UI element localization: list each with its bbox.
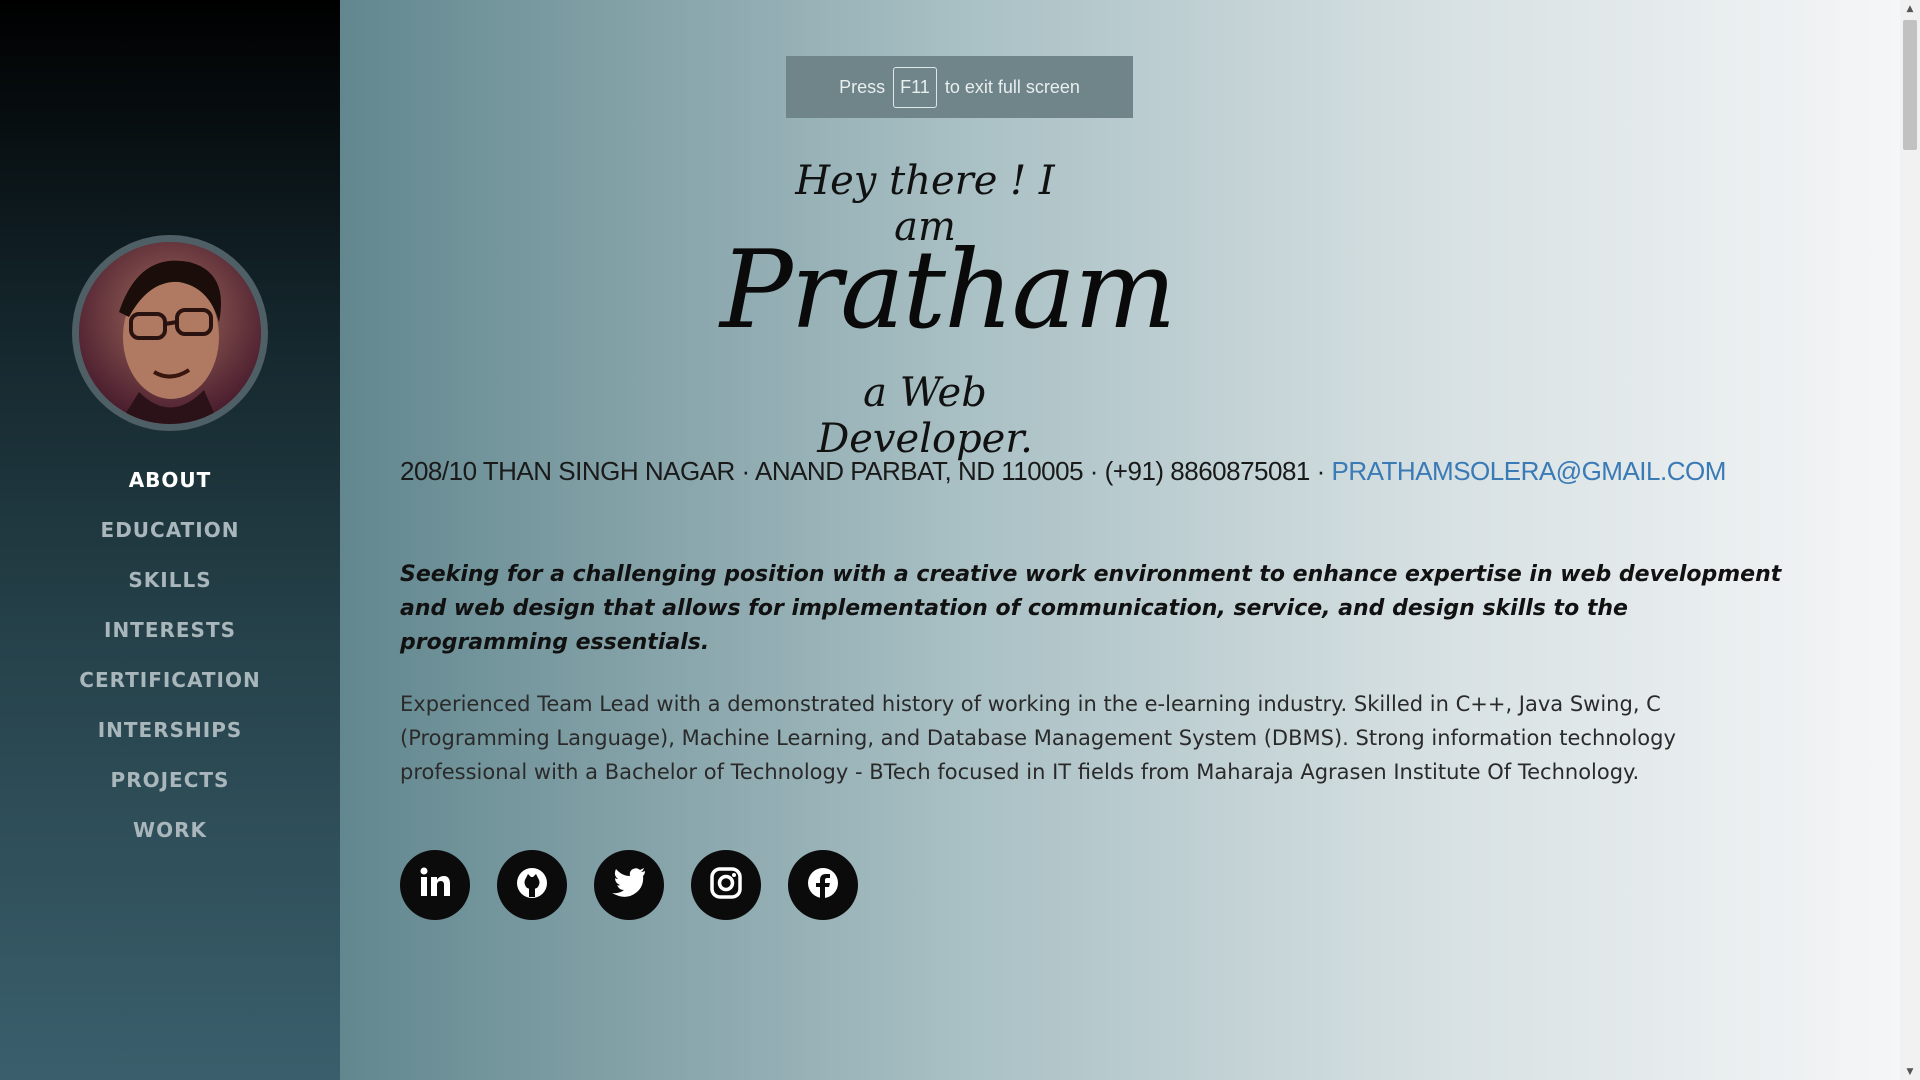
scroll-thumb[interactable] [1903, 20, 1917, 150]
twitter-icon [611, 867, 647, 903]
profile-photo [79, 242, 261, 424]
facebook-icon [806, 866, 840, 904]
email-link[interactable]: PRATHAMSOLERA@GMAIL.COM [1332, 456, 1727, 486]
nav-item-skills[interactable]: SKILLS [0, 555, 340, 605]
instagram-button[interactable] [691, 850, 761, 920]
nav-item-projects[interactable]: PROJECTS [0, 755, 340, 805]
instagram-icon [710, 867, 742, 903]
scroll-up-arrow-icon[interactable]: ▲ [1900, 0, 1920, 17]
objective-text: Seeking for a challenging position with … [400, 562, 1782, 655]
vertical-scrollbar[interactable]: ▲ ▼ [1900, 0, 1920, 1080]
fullscreen-notice: Press F11 to exit full screen [786, 56, 1133, 118]
linkedin-button[interactable] [400, 850, 470, 920]
nav-item-certification[interactable]: CERTIFICATION [0, 655, 340, 705]
sidebar-nav: ABOUT EDUCATION SKILLS INTERESTS CERTIFI… [0, 455, 340, 855]
sidebar: ABOUT EDUCATION SKILLS INTERESTS CERTIFI… [0, 0, 340, 1080]
nav-item-interships[interactable]: INTERSHIPS [0, 705, 340, 755]
nav-item-work[interactable]: WORK [0, 805, 340, 855]
github-button[interactable] [497, 850, 567, 920]
social-links [400, 850, 858, 920]
fullscreen-notice-suffix: to exit full screen [944, 76, 1080, 97]
contact-address: 208/10 THAN SINGH NAGAR · ANAND PARBAT, … [400, 456, 1325, 486]
twitter-button[interactable] [594, 850, 664, 920]
summary-text: Experienced Team Lead with a demonstrate… [400, 692, 1676, 784]
contact-line: 208/10 THAN SINGH NAGAR · ANAND PARBAT, … [400, 456, 1800, 487]
hero-name: Pratham [720, 228, 1176, 353]
nav-item-interests[interactable]: INTERESTS [0, 605, 340, 655]
facebook-button[interactable] [788, 850, 858, 920]
hero-role: a Web Developer. [817, 370, 1033, 462]
nav-item-about[interactable]: ABOUT [0, 455, 340, 505]
scroll-down-arrow-icon[interactable]: ▼ [1900, 1063, 1920, 1080]
nav-item-education[interactable]: EDUCATION [0, 505, 340, 555]
fullscreen-notice-prefix: Press [839, 76, 886, 97]
avatar [72, 235, 268, 431]
github-icon [515, 866, 549, 904]
fullscreen-key: F11 [893, 66, 937, 108]
main-content: Press F11 to exit full screen Hey there … [340, 0, 1900, 1080]
linkedin-icon [418, 865, 452, 906]
